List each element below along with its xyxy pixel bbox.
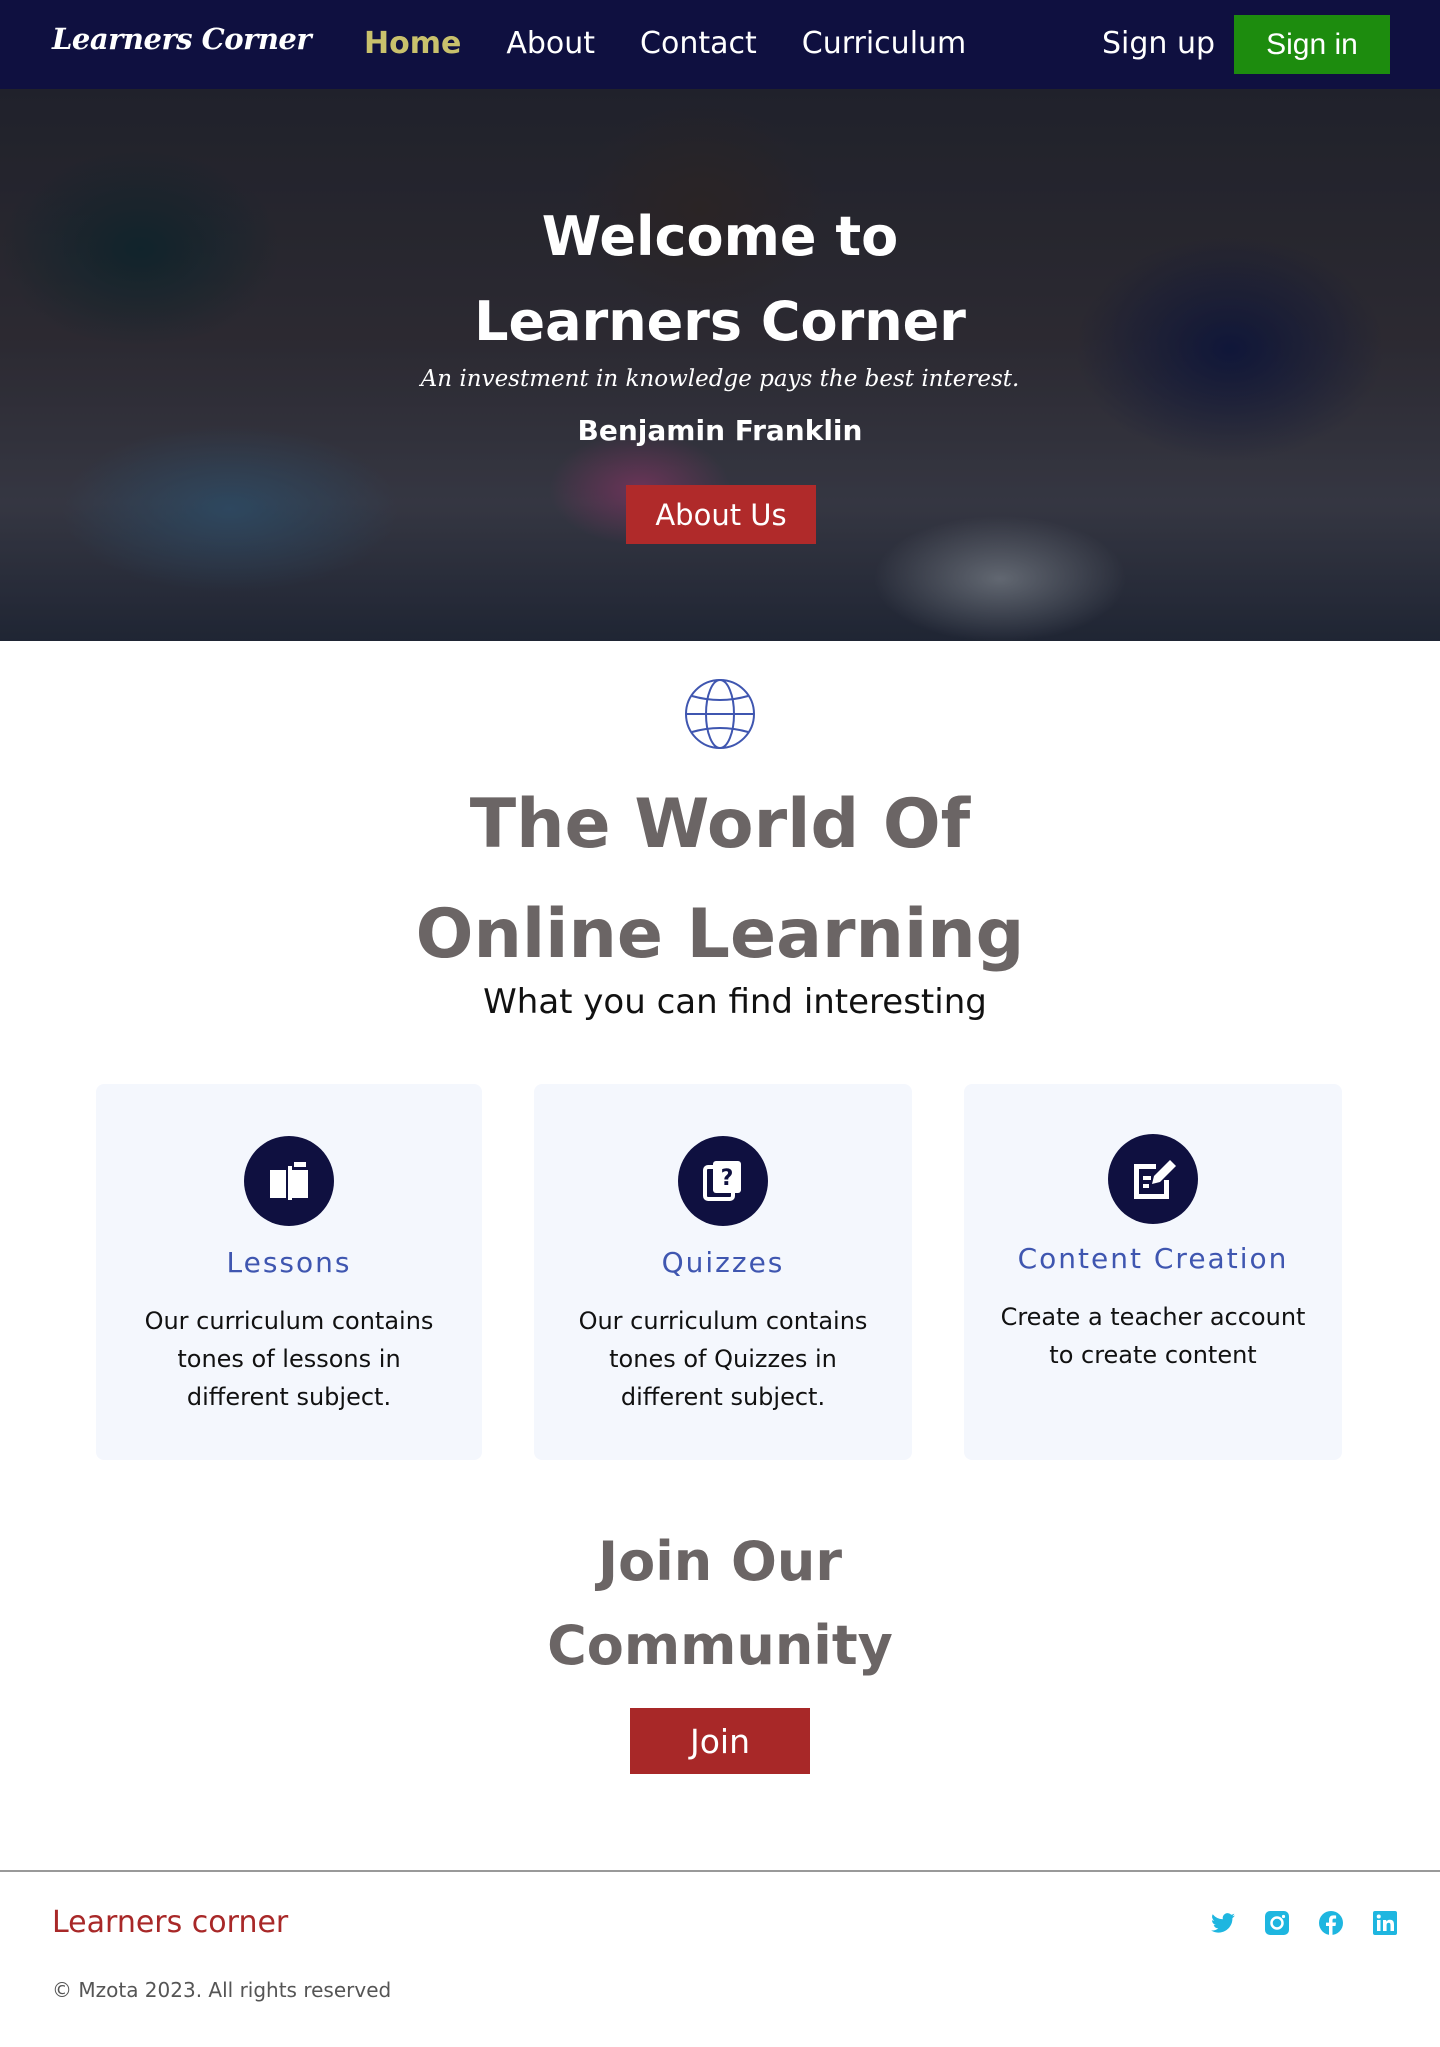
join-title-line1: Join Our bbox=[598, 1530, 842, 1593]
hero-banner: Welcome to Learners Corner An investment… bbox=[0, 89, 1440, 641]
edit-icon bbox=[1108, 1134, 1198, 1224]
top-navbar: Learners Corner Home About Contact Curri… bbox=[0, 0, 1440, 89]
join-button[interactable]: Join bbox=[630, 1708, 810, 1774]
facebook-icon[interactable] bbox=[1318, 1910, 1344, 1936]
social-links bbox=[1210, 1910, 1398, 1936]
feature-card-quizzes[interactable]: ? Quizzes Our curriculum contains tones … bbox=[534, 1084, 912, 1460]
linkedin-icon[interactable] bbox=[1372, 1910, 1398, 1936]
quiz-icon: ? bbox=[678, 1136, 768, 1226]
hero-quote-author: Benjamin Franklin bbox=[577, 414, 863, 447]
section-title-line1: The World Of bbox=[469, 785, 971, 864]
globe-icon bbox=[685, 679, 755, 749]
copyright-text: © Mzota 2023. All rights reserved bbox=[52, 1978, 392, 2002]
instagram-icon[interactable] bbox=[1264, 1910, 1290, 1936]
book-icon bbox=[244, 1136, 334, 1226]
footer-divider bbox=[0, 1870, 1440, 1872]
hero-title-line2: Learners Corner bbox=[474, 290, 966, 353]
hero-content: Welcome to Learners Corner An investment… bbox=[0, 89, 1440, 641]
card-description: Create a teacher account to create conte… bbox=[1000, 1303, 1306, 1369]
hero-title: Welcome to Learners Corner bbox=[320, 194, 1120, 364]
sign-in-button[interactable]: Sign in bbox=[1234, 15, 1390, 74]
section-subtitle: What you can find interesting bbox=[483, 982, 987, 1022]
card-description: Our curriculum contains tones of Quizzes… bbox=[578, 1307, 868, 1411]
card-description: Our curriculum contains tones of lessons… bbox=[144, 1307, 434, 1411]
section-title: The World Of Online Learning bbox=[320, 770, 1120, 990]
nav-link-curriculum[interactable]: Curriculum bbox=[802, 24, 967, 64]
hero-quote: An investment in knowledge pays the best… bbox=[420, 366, 1020, 392]
brand-logo[interactable]: Learners Corner bbox=[52, 22, 312, 56]
nav-links: Home About Contact Curriculum bbox=[364, 24, 966, 64]
join-title-line2: Community bbox=[547, 1614, 893, 1677]
card-title: Quizzes bbox=[661, 1246, 785, 1279]
card-title: Lessons bbox=[226, 1246, 352, 1279]
section-title-line2: Online Learning bbox=[415, 895, 1025, 974]
card-title: Content Creation bbox=[1017, 1242, 1289, 1275]
nav-link-home[interactable]: Home bbox=[364, 24, 461, 64]
twitter-icon[interactable] bbox=[1210, 1910, 1236, 1936]
footer-brand[interactable]: Learners corner bbox=[52, 1905, 288, 1940]
svg-text:?: ? bbox=[721, 1166, 734, 1191]
sign-up-link[interactable]: Sign up bbox=[1102, 24, 1215, 64]
about-us-button[interactable]: About Us bbox=[626, 485, 816, 544]
join-title: Join Our Community bbox=[420, 1520, 1020, 1688]
nav-link-about[interactable]: About bbox=[506, 24, 595, 64]
hero-title-line1: Welcome to bbox=[541, 205, 899, 268]
nav-link-contact[interactable]: Contact bbox=[640, 24, 757, 64]
feature-card-lessons[interactable]: Lessons Our curriculum contains tones of… bbox=[96, 1084, 482, 1460]
feature-card-content-creation[interactable]: Content Creation Create a teacher accoun… bbox=[964, 1084, 1342, 1460]
